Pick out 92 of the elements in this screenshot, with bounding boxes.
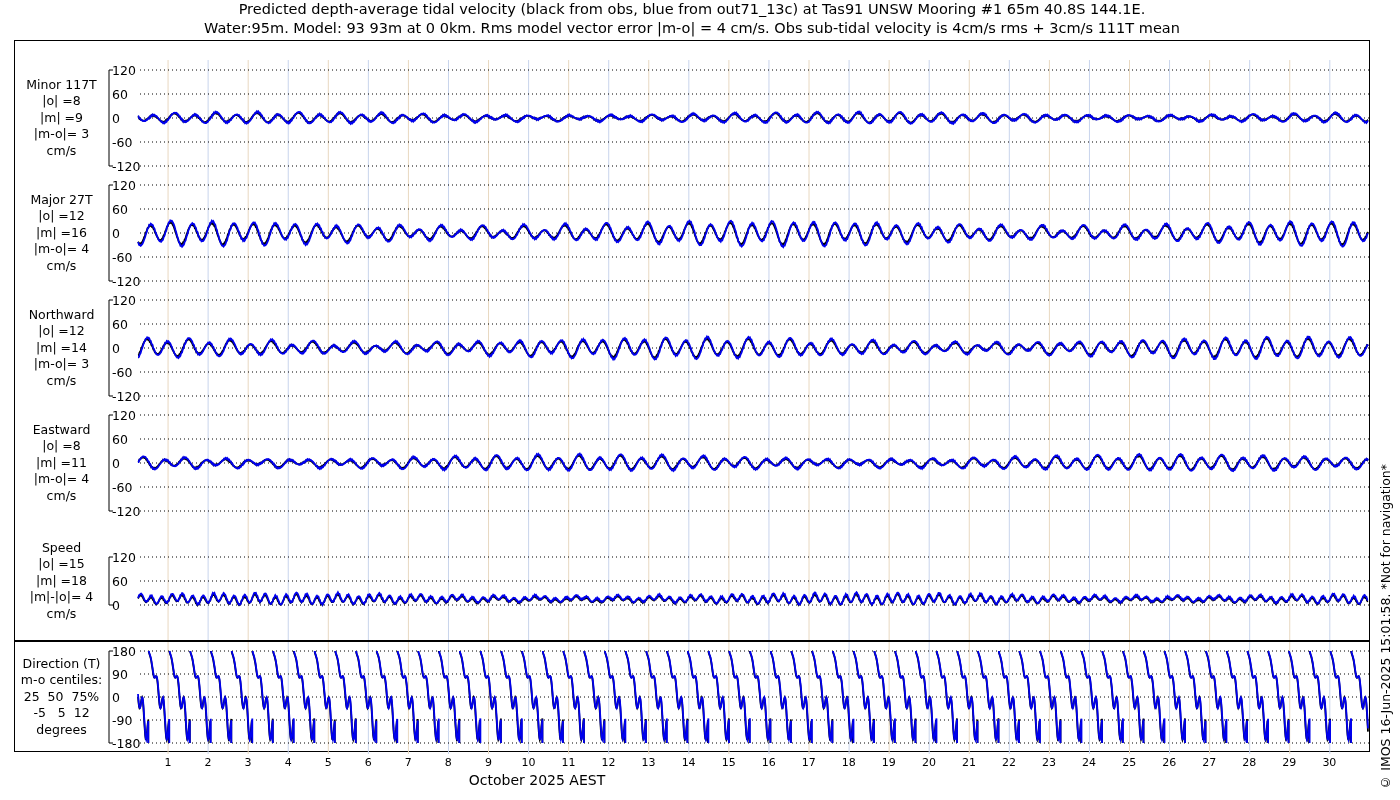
x-tick-label: 1 (163, 755, 173, 769)
panel-stat: |m| =16 (36, 224, 87, 242)
y-tick-label: 60 (112, 86, 128, 102)
x-tick-label: 24 (1081, 755, 1098, 769)
panel-stat: |o| =12 (38, 208, 85, 225)
y-tick-label: 180 (112, 643, 136, 659)
chart-title: Water:95m. Model: 93 93m at 0 0km. Rms model vector error |m-o| = 4 cm/s. Obs sub-tidal velocity is 4cm/s rms + 3cm/s 111T mean (204, 19, 1180, 38)
y-tick-label: 60 (112, 573, 128, 589)
credit-note: © IMOS 16-Jun-2025 15:01:58. *Not for navigation* (1377, 464, 1393, 790)
x-tick-label: 3 (243, 755, 253, 769)
y-tick-label: 0 (112, 455, 120, 471)
y-tick-label: 120 (112, 407, 136, 423)
x-tick-label: 26 (1161, 755, 1178, 769)
x-tick-label: 17 (800, 755, 817, 769)
x-tick-label: 29 (1281, 755, 1298, 769)
x-tick-label: 4 (283, 755, 293, 769)
y-tick-label: 60 (112, 201, 128, 217)
panel-title: Minor 117T (26, 76, 97, 94)
x-tick-label: 13 (640, 755, 657, 769)
y-tick-label: 120 (112, 292, 136, 308)
x-tick-label: 18 (840, 755, 857, 769)
panel-stat: |m| =11 (36, 454, 87, 472)
y-tick-label: 60 (112, 316, 128, 332)
panel-title: Northward (28, 306, 95, 324)
panel-stat: degrees (36, 721, 87, 739)
x-tick-label: 23 (1041, 755, 1058, 769)
x-tick-label: 28 (1241, 755, 1258, 769)
panel-stat: |m|-|o|= 4 (29, 589, 94, 606)
y-tick-label: 0 (112, 689, 120, 705)
x-tick-label: 16 (760, 755, 777, 769)
panel-stat: |o| =15 (38, 556, 85, 573)
x-tick-label: 2 (203, 755, 213, 769)
y-tick-label: -120 (112, 503, 141, 519)
x-tick-label: 19 (880, 755, 897, 769)
y-tick-label: 0 (112, 110, 120, 126)
panel-stat: |m| =18 (36, 572, 87, 590)
panel-stat: |m| =9 (40, 109, 83, 127)
x-tick-label: 22 (1001, 755, 1017, 769)
panel-stat: |m-o|= 3 (33, 356, 90, 373)
x-tick-label: 25 (1121, 755, 1138, 769)
y-tick-label: 0 (112, 597, 120, 613)
panel-stat: cm/s (46, 142, 77, 160)
panel-stat: |o| =8 (42, 93, 81, 110)
y-tick-label: -60 (112, 364, 133, 380)
y-tick-label: -90 (112, 712, 133, 728)
panel-stat: cm/s (46, 487, 77, 505)
y-tick-label: -120 (112, 158, 141, 174)
x-tick-label: 10 (520, 755, 537, 769)
panel-stat: |m-o|= 4 (33, 241, 90, 258)
y-tick-label: -60 (112, 249, 133, 265)
y-tick-label: 0 (112, 340, 120, 356)
x-tick-label: 12 (600, 755, 617, 769)
x-tick-label: 30 (1321, 755, 1338, 769)
y-tick-label: -120 (112, 388, 141, 404)
x-tick-label: 14 (680, 755, 697, 769)
y-tick-label: -180 (112, 735, 141, 751)
y-tick-label: -120 (112, 273, 141, 289)
panel-title: Direction (T) (22, 655, 101, 673)
x-tick-label: 8 (443, 755, 453, 769)
panel-title: Speed (41, 539, 82, 557)
x-tick-label: 5 (323, 755, 333, 769)
chart-title: Predicted depth-average tidal velocity (black from obs, blue from out71_13c) at Tas91 UNSW Mooring #1 65m 40.8S 144.1E. (238, 0, 1146, 19)
x-axis-label: October 2025 AEST (467, 772, 607, 788)
panel-stat: -5 5 12 (33, 705, 90, 722)
panel-stat: |o| =8 (42, 438, 81, 455)
x-tick-label: 20 (920, 755, 937, 769)
x-tick-label: 15 (720, 755, 737, 769)
y-tick-label: 120 (112, 62, 136, 78)
y-tick-label: 0 (112, 225, 120, 241)
panel-stat: |m| =14 (36, 339, 87, 357)
panel-title: Eastward (32, 421, 91, 439)
panel-stat: |m-o|= 4 (33, 471, 90, 488)
panel-stat: 25 50 75% (23, 688, 100, 706)
y-tick-label: 120 (112, 177, 136, 193)
y-tick-label: 120 (112, 549, 136, 565)
panel-stat: |m-o|= 3 (33, 126, 90, 143)
panel-stat: |o| =12 (38, 323, 85, 340)
panel-stat: cm/s (46, 257, 77, 275)
x-tick-label: 9 (483, 755, 493, 769)
panel-stat: cm/s (46, 372, 77, 390)
y-tick-label: 60 (112, 431, 128, 447)
y-tick-label: -60 (112, 134, 133, 150)
x-tick-label: 27 (1201, 755, 1218, 769)
y-tick-label: -60 (112, 479, 133, 495)
x-tick-label: 11 (560, 755, 577, 769)
y-tick-label: 90 (112, 666, 128, 682)
x-tick-label: 7 (403, 755, 413, 769)
panel-title: Major 27T (30, 191, 93, 209)
panel-stat: m-o centiles: (20, 672, 103, 689)
x-tick-label: 21 (960, 755, 977, 769)
panel-stat: cm/s (46, 605, 77, 623)
x-tick-label: 6 (363, 755, 373, 769)
